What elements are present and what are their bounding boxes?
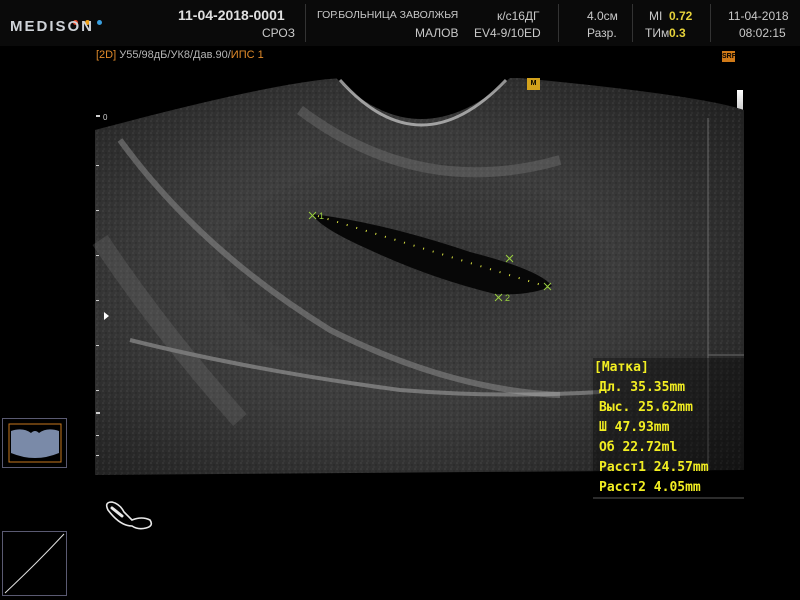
measurement-length: Дл. 35.35mm [599, 380, 686, 395]
gray-map-curve[interactable] [2, 531, 67, 596]
measurement-distance-2: Расст2 4.05mm [599, 480, 701, 495]
focus-marker[interactable] [104, 312, 109, 320]
pelvis-body-marker-icon [8, 423, 62, 463]
measurement-panel: [Матка] Дл. 35.35mm Выс. 25.62mm Ш 47.93… [593, 358, 748, 500]
body-marker-thumbnail[interactable] [2, 418, 67, 468]
measurement-width: Ш 47.93mm [599, 420, 670, 435]
caliper-label-1: 1 [319, 211, 324, 221]
orientation-marker: M [527, 78, 540, 90]
gray-map-curve-icon [4, 533, 65, 594]
transvaginal-probe-icon [105, 501, 153, 530]
measurement-title: [Матка] [594, 360, 649, 375]
caliper-label-2: 2 [505, 293, 510, 303]
measurement-distance-1: Расст1 24.57mm [599, 460, 709, 475]
depth-zero-label: 0 [103, 113, 108, 122]
measurement-volume: Об 22.72ml [599, 440, 678, 455]
measurement-height: Выс. 25.62mm [599, 400, 693, 415]
